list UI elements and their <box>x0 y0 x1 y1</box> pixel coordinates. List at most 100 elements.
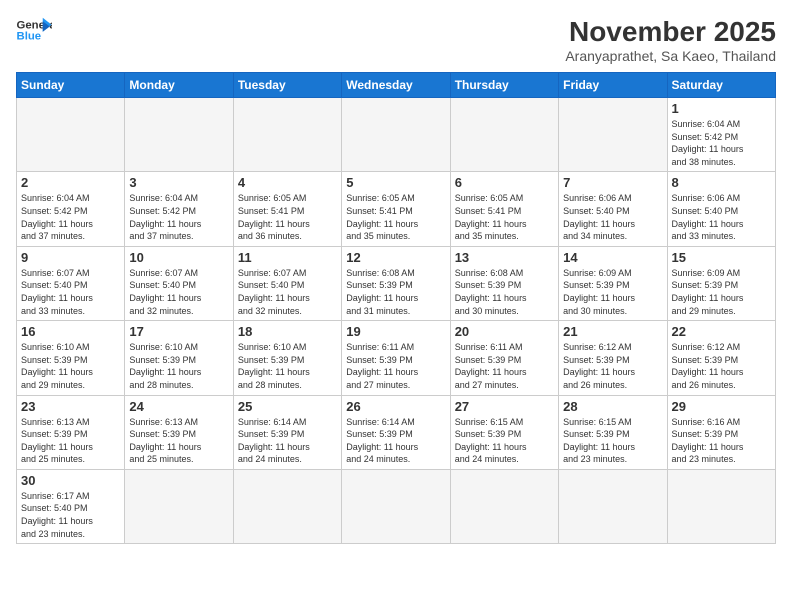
day-number: 24 <box>129 399 228 414</box>
calendar-cell-empty-0-4 <box>450 98 558 172</box>
calendar-cell-18-3-2: 18 Sunrise: 6:10 AM Sunset: 5:39 PM Dayli… <box>233 321 341 395</box>
calendar-cell-6-1-4: 6 Sunrise: 6:05 AM Sunset: 5:41 PM Daylig… <box>450 172 558 246</box>
day-number: 8 <box>672 175 771 190</box>
day-number: 15 <box>672 250 771 265</box>
day-info: Sunrise: 6:12 AM Sunset: 5:39 PM Dayligh… <box>563 341 662 391</box>
calendar-cell-27-4-4: 27 Sunrise: 6:15 AM Sunset: 5:39 PM Dayli… <box>450 395 558 469</box>
day-info: Sunrise: 6:13 AM Sunset: 5:39 PM Dayligh… <box>21 416 120 466</box>
day-info: Sunrise: 6:17 AM Sunset: 5:40 PM Dayligh… <box>21 490 120 540</box>
day-number: 4 <box>238 175 337 190</box>
day-info: Sunrise: 6:10 AM Sunset: 5:39 PM Dayligh… <box>129 341 228 391</box>
day-number: 6 <box>455 175 554 190</box>
title-block: November 2025 Aranyaprathet, Sa Kaeo, Th… <box>565 16 776 64</box>
day-info: Sunrise: 6:14 AM Sunset: 5:39 PM Dayligh… <box>346 416 445 466</box>
day-number: 22 <box>672 324 771 339</box>
day-info: Sunrise: 6:05 AM Sunset: 5:41 PM Dayligh… <box>346 192 445 242</box>
calendar-cell-12-2-3: 12Sunrise: 6:08 AM Sunset: 5:39 PM Dayli… <box>342 246 450 320</box>
calendar-cell-5-1-3: 5Sunrise: 6:05 AM Sunset: 5:41 PM Daylig… <box>342 172 450 246</box>
day-info: Sunrise: 6:11 AM Sunset: 5:39 PM Dayligh… <box>346 341 445 391</box>
calendar-cell-empty-5-3 <box>342 469 450 543</box>
logo: General Blue <box>16 16 52 44</box>
day-number: 17 <box>129 324 228 339</box>
day-number: 9 <box>21 250 120 265</box>
calendar-cell-empty-5-1 <box>125 469 233 543</box>
calendar-cell-24-4-1: 24 Sunrise: 6:13 AM Sunset: 5:39 PM Dayli… <box>125 395 233 469</box>
day-number: 3 <box>129 175 228 190</box>
day-info: Sunrise: 6:06 AM Sunset: 5:40 PM Dayligh… <box>672 192 771 242</box>
calendar-cell-11-2-2: 11Sunrise: 6:07 AM Sunset: 5:40 PM Dayli… <box>233 246 341 320</box>
calendar-cell-4-1-2: 4Sunrise: 6:05 AM Sunset: 5:41 PM Daylig… <box>233 172 341 246</box>
day-info: Sunrise: 6:04 AM Sunset: 5:42 PM Dayligh… <box>129 192 228 242</box>
calendar-cell-20-3-4: 20Sunrise: 6:11 AM Sunset: 5:39 PM Dayli… <box>450 321 558 395</box>
day-number: 1 <box>672 101 771 116</box>
calendar-cell-empty-5-4 <box>450 469 558 543</box>
calendar-cell-empty-0-1 <box>125 98 233 172</box>
page-title: November 2025 <box>565 16 776 48</box>
day-number: 13 <box>455 250 554 265</box>
day-info: Sunrise: 6:04 AM Sunset: 5:42 PM Dayligh… <box>672 118 771 168</box>
generalblue-logo-icon: General Blue <box>16 16 52 44</box>
day-number: 28 <box>563 399 662 414</box>
calendar-cell-empty-5-5 <box>559 469 667 543</box>
day-number: 18 <box>238 324 337 339</box>
calendar-cell-1-0-6: 1 Sunrise: 6:04 AM Sunset: 5:42 PM Daylig… <box>667 98 775 172</box>
day-info: Sunrise: 6:07 AM Sunset: 5:40 PM Dayligh… <box>21 267 120 317</box>
day-info: Sunrise: 6:15 AM Sunset: 5:39 PM Dayligh… <box>563 416 662 466</box>
calendar-cell-14-2-5: 14Sunrise: 6:09 AM Sunset: 5:39 PM Dayli… <box>559 246 667 320</box>
calendar-cell-empty-5-6 <box>667 469 775 543</box>
calendar-cell-empty-0-0 <box>17 98 125 172</box>
calendar-cell-3-1-1: 3 Sunrise: 6:04 AM Sunset: 5:42 PM Daylig… <box>125 172 233 246</box>
day-number: 11 <box>238 250 337 265</box>
day-info: Sunrise: 6:14 AM Sunset: 5:39 PM Dayligh… <box>238 416 337 466</box>
day-info: Sunrise: 6:07 AM Sunset: 5:40 PM Dayligh… <box>129 267 228 317</box>
day-info: Sunrise: 6:08 AM Sunset: 5:39 PM Dayligh… <box>346 267 445 317</box>
calendar-cell-22-3-6: 22 Sunrise: 6:12 AM Sunset: 5:39 PM Dayli… <box>667 321 775 395</box>
calendar-cell-28-4-5: 28 Sunrise: 6:15 AM Sunset: 5:39 PM Dayli… <box>559 395 667 469</box>
day-number: 26 <box>346 399 445 414</box>
day-info: Sunrise: 6:13 AM Sunset: 5:39 PM Dayligh… <box>129 416 228 466</box>
day-info: Sunrise: 6:11 AM Sunset: 5:39 PM Dayligh… <box>455 341 554 391</box>
day-info: Sunrise: 6:10 AM Sunset: 5:39 PM Dayligh… <box>238 341 337 391</box>
day-info: Sunrise: 6:05 AM Sunset: 5:41 PM Dayligh… <box>455 192 554 242</box>
calendar-cell-17-3-1: 17 Sunrise: 6:10 AM Sunset: 5:39 PM Dayli… <box>125 321 233 395</box>
day-info: Sunrise: 6:10 AM Sunset: 5:39 PM Dayligh… <box>21 341 120 391</box>
day-number: 30 <box>21 473 120 488</box>
calendar-cell-empty-0-3 <box>342 98 450 172</box>
weekday-header-saturday: Saturday <box>667 73 775 98</box>
page-header: General Blue November 2025 Aranyaprathet… <box>16 16 776 64</box>
calendar-cell-29-4-6: 29 Sunrise: 6:16 AM Sunset: 5:39 PM Dayli… <box>667 395 775 469</box>
day-info: Sunrise: 6:04 AM Sunset: 5:42 PM Dayligh… <box>21 192 120 242</box>
day-number: 25 <box>238 399 337 414</box>
calendar-cell-25-4-2: 25 Sunrise: 6:14 AM Sunset: 5:39 PM Dayli… <box>233 395 341 469</box>
day-info: Sunrise: 6:08 AM Sunset: 5:39 PM Dayligh… <box>455 267 554 317</box>
calendar-header: SundayMondayTuesdayWednesdayThursdayFrid… <box>17 73 776 98</box>
weekday-header-friday: Friday <box>559 73 667 98</box>
day-info: Sunrise: 6:16 AM Sunset: 5:39 PM Dayligh… <box>672 416 771 466</box>
day-number: 10 <box>129 250 228 265</box>
weekday-header-monday: Monday <box>125 73 233 98</box>
day-info: Sunrise: 6:12 AM Sunset: 5:39 PM Dayligh… <box>672 341 771 391</box>
calendar-cell-9-2-0: 9 Sunrise: 6:07 AM Sunset: 5:40 PM Daylig… <box>17 246 125 320</box>
calendar-cell-10-2-1: 10 Sunrise: 6:07 AM Sunset: 5:40 PM Dayli… <box>125 246 233 320</box>
calendar-cell-16-3-0: 16 Sunrise: 6:10 AM Sunset: 5:39 PM Dayli… <box>17 321 125 395</box>
calendar-cell-8-1-6: 8 Sunrise: 6:06 AM Sunset: 5:40 PM Daylig… <box>667 172 775 246</box>
day-info: Sunrise: 6:15 AM Sunset: 5:39 PM Dayligh… <box>455 416 554 466</box>
day-number: 29 <box>672 399 771 414</box>
day-number: 27 <box>455 399 554 414</box>
day-number: 21 <box>563 324 662 339</box>
day-number: 23 <box>21 399 120 414</box>
calendar-cell-empty-0-5 <box>559 98 667 172</box>
day-info: Sunrise: 6:09 AM Sunset: 5:39 PM Dayligh… <box>672 267 771 317</box>
svg-text:Blue: Blue <box>17 31 42 43</box>
calendar-cell-7-1-5: 7Sunrise: 6:06 AM Sunset: 5:40 PM Daylig… <box>559 172 667 246</box>
calendar-cell-2-1-0: 2Sunrise: 6:04 AM Sunset: 5:42 PM Daylig… <box>17 172 125 246</box>
day-number: 16 <box>21 324 120 339</box>
day-info: Sunrise: 6:09 AM Sunset: 5:39 PM Dayligh… <box>563 267 662 317</box>
calendar-cell-empty-5-2 <box>233 469 341 543</box>
calendar-table: SundayMondayTuesdayWednesdayThursdayFrid… <box>16 72 776 544</box>
calendar-cell-13-2-4: 13 Sunrise: 6:08 AM Sunset: 5:39 PM Dayli… <box>450 246 558 320</box>
calendar-cell-30-5-0: 30 Sunrise: 6:17 AM Sunset: 5:40 PM Dayli… <box>17 469 125 543</box>
weekday-header-thursday: Thursday <box>450 73 558 98</box>
day-info: Sunrise: 6:06 AM Sunset: 5:40 PM Dayligh… <box>563 192 662 242</box>
page-subtitle: Aranyaprathet, Sa Kaeo, Thailand <box>565 48 776 64</box>
